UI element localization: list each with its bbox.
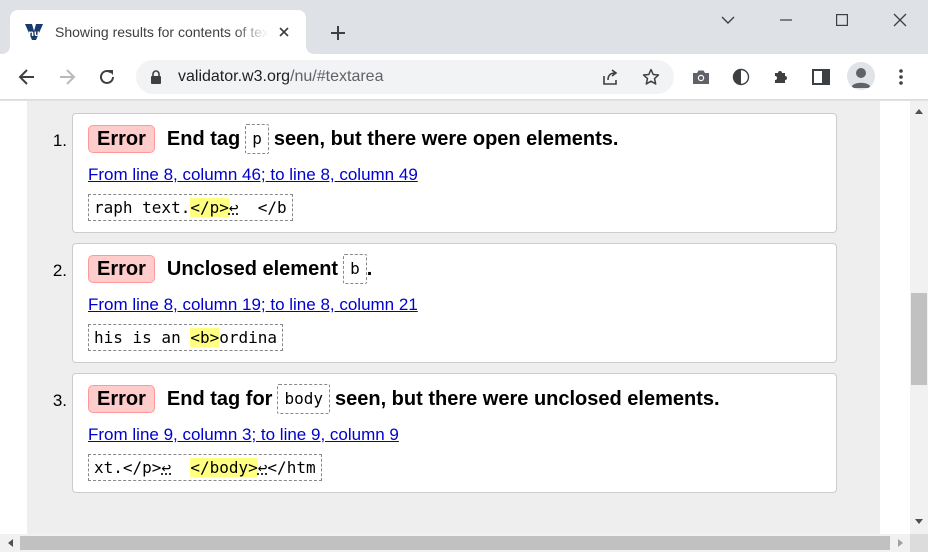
close-icon xyxy=(893,13,907,27)
source-extract: raph text.</p>↩ </b xyxy=(88,194,293,221)
extract-highlight: <b> xyxy=(190,328,220,347)
scroll-down-arrow-icon[interactable] xyxy=(910,513,928,529)
linefeed-marker: ↩ xyxy=(257,458,268,477)
linefeed-marker: ↩ xyxy=(228,198,239,217)
minimize-button[interactable] xyxy=(758,0,814,40)
message-text: End tag for xyxy=(166,387,273,410)
nu-logo-icon: nu xyxy=(25,24,43,40)
message-text: Unclosed element xyxy=(166,257,339,280)
result-item: 2. Error Unclosed element b . From line … xyxy=(53,243,837,363)
vertical-scrollbar[interactable] xyxy=(910,101,928,534)
profile-avatar[interactable] xyxy=(847,62,875,90)
element-code: p xyxy=(245,124,269,154)
kebab-menu-icon xyxy=(899,69,903,85)
browser-toolbar: validator.w3.org/nu/#textarea xyxy=(0,54,928,100)
result-message: Error End tag for body seen, but there w… xyxy=(88,384,720,414)
url-text: validator.w3.org/nu/#textarea xyxy=(178,68,383,86)
reload-icon xyxy=(100,69,114,84)
linefeed-marker: ↩ xyxy=(161,458,172,477)
contrast-icon xyxy=(732,68,750,86)
result-number: 1. xyxy=(52,131,67,150)
error-badge: Error xyxy=(88,255,155,283)
page-viewport: 1. Error End tag p seen, but there were … xyxy=(0,101,928,552)
message-text: seen, but there were open elements. xyxy=(273,127,619,150)
extract-text xyxy=(171,458,190,477)
extract-text: xt.</p> xyxy=(94,458,162,477)
error-badge: Error xyxy=(88,125,155,153)
close-window-button[interactable] xyxy=(872,0,928,40)
result-number: 2. xyxy=(52,261,67,280)
extensions-button[interactable] xyxy=(765,61,797,93)
element-code: b xyxy=(343,254,367,284)
svg-text:nu: nu xyxy=(28,29,40,38)
tab-close-icon[interactable] xyxy=(274,22,294,42)
camera-icon xyxy=(693,70,709,84)
maximize-button[interactable] xyxy=(814,0,870,40)
scroll-left-arrow-icon[interactable] xyxy=(2,534,18,552)
url-path: /nu/#textarea xyxy=(290,68,384,85)
arrow-right-icon xyxy=(60,69,76,85)
tab-search-button[interactable] xyxy=(700,0,756,40)
message-text: seen, but there were unclosed elements. xyxy=(334,387,720,410)
error-badge: Error xyxy=(88,385,155,413)
tab-strip: nu Showing results for contents of text-… xyxy=(0,0,928,54)
minimize-icon xyxy=(780,19,792,21)
reload-button[interactable] xyxy=(91,61,123,93)
element-code: body xyxy=(277,384,330,414)
puzzle-icon xyxy=(775,71,787,83)
tab-title: Showing results for contents of text-inp… xyxy=(55,24,268,40)
extract-text: </htm xyxy=(267,458,316,477)
extract-highlight: </body> xyxy=(190,458,258,477)
extract-text: raph text. xyxy=(94,198,191,217)
scrollbar-corner xyxy=(910,534,928,552)
chrome-menu-button[interactable] xyxy=(885,61,917,93)
source-extract: his is an <b>ordina xyxy=(88,324,284,351)
chevron-down-icon xyxy=(721,16,735,24)
result-message: Error End tag p seen, but there were ope… xyxy=(88,124,618,154)
dark-mode-extension-button[interactable] xyxy=(725,61,757,93)
browser-tab-active[interactable]: nu Showing results for contents of text-… xyxy=(10,10,306,54)
scroll-right-arrow-icon[interactable] xyxy=(892,534,908,552)
plus-icon xyxy=(331,26,345,40)
scroll-up-arrow-icon[interactable] xyxy=(910,103,928,119)
horizontal-scrollbar-thumb[interactable] xyxy=(20,536,890,550)
arrow-left-icon xyxy=(18,69,34,85)
location-link[interactable]: From line 8, column 46; to line 8, colum… xyxy=(88,165,418,185)
message-text: End tag xyxy=(166,127,241,150)
extract-highlight: </p> xyxy=(190,198,229,217)
location-link[interactable]: From line 8, column 19; to line 8, colum… xyxy=(88,295,418,315)
screenshot-extension-button[interactable] xyxy=(685,61,717,93)
source-extract: xt.</p>↩ </body>↩</htm xyxy=(88,454,322,481)
horizontal-scrollbar[interactable] xyxy=(0,534,910,552)
bookmark-star-icon[interactable] xyxy=(640,66,662,88)
extract-text: ordina xyxy=(219,328,278,347)
extract-text: </b xyxy=(238,198,287,217)
results-area: 1. Error End tag p seen, but there were … xyxy=(27,101,880,534)
message-text: . xyxy=(366,257,373,280)
extract-text: his is an xyxy=(94,328,191,347)
person-icon xyxy=(851,68,871,88)
lock-icon[interactable] xyxy=(148,69,164,85)
result-message: Error Unclosed element b . xyxy=(88,254,372,284)
side-panel-button[interactable] xyxy=(805,61,837,93)
location-link[interactable]: From line 9, column 3; to line 9, column… xyxy=(88,425,399,445)
back-button[interactable] xyxy=(11,61,43,93)
result-item: 1. Error End tag p seen, but there were … xyxy=(53,113,837,233)
maximize-icon xyxy=(836,14,848,26)
vertical-scrollbar-thumb[interactable] xyxy=(911,293,927,385)
side-panel-icon xyxy=(812,69,830,85)
url-host: validator.w3.org xyxy=(178,68,291,85)
result-item: 3. Error End tag for body seen, but ther… xyxy=(53,373,837,493)
new-tab-button[interactable] xyxy=(324,19,352,47)
result-number: 3. xyxy=(52,391,67,410)
share-icon[interactable] xyxy=(600,66,622,88)
address-bar[interactable]: validator.w3.org/nu/#textarea xyxy=(136,60,674,94)
forward-button[interactable] xyxy=(51,61,83,93)
